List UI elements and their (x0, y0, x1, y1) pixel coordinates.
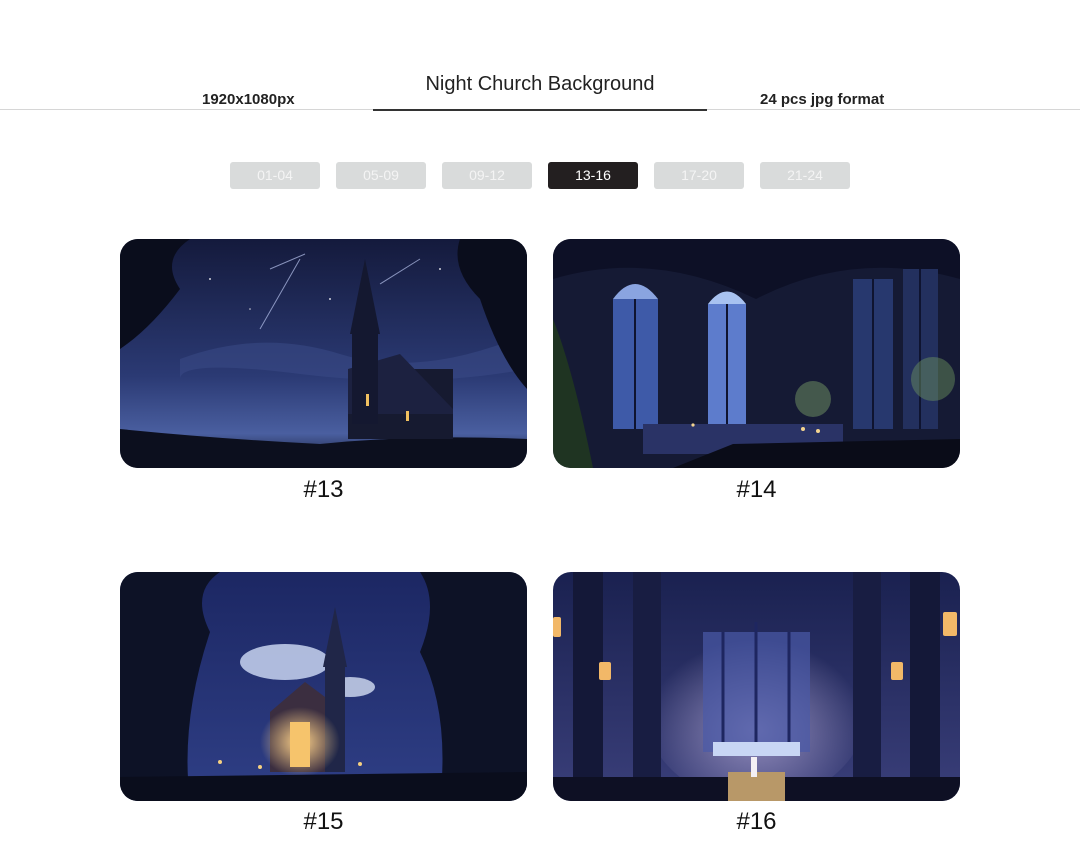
gallery-image-16[interactable] (553, 572, 960, 801)
tab-13-16[interactable]: 13-16 (548, 162, 638, 189)
tab-21-24[interactable]: 21-24 (760, 162, 850, 189)
tab-01-04[interactable]: 01-04 (230, 162, 320, 189)
title-underline (373, 109, 707, 111)
title-tab: Night Church Background (373, 70, 707, 112)
gallery-image-15[interactable] (120, 572, 527, 801)
image-caption-16: #16 (736, 808, 777, 835)
gallery-image-14[interactable] (553, 239, 960, 468)
tab-05-09[interactable]: 05-09 (336, 162, 426, 189)
range-tabs: 01-04 05-09 09-12 13-16 17-20 21-24 (230, 162, 850, 189)
chapel-interior-image (553, 239, 960, 468)
church-hill-image (120, 239, 527, 468)
product-page: 1920x1080px Night Church Background 24 p… (0, 0, 1080, 864)
resolution-label: 1920x1080px (202, 91, 295, 108)
image-caption-13: #13 (303, 476, 344, 503)
image-caption-14: #14 (736, 476, 777, 503)
format-label: 24 pcs jpg format (760, 91, 885, 108)
cathedral-nave-image (553, 572, 960, 801)
tab-09-12[interactable]: 09-12 (442, 162, 532, 189)
gallery-image-13[interactable] (120, 239, 527, 468)
image-caption-15: #15 (303, 808, 344, 835)
tab-17-20[interactable]: 17-20 (654, 162, 744, 189)
forest-church-image (120, 572, 527, 801)
page-title: Night Church Background (425, 73, 655, 95)
